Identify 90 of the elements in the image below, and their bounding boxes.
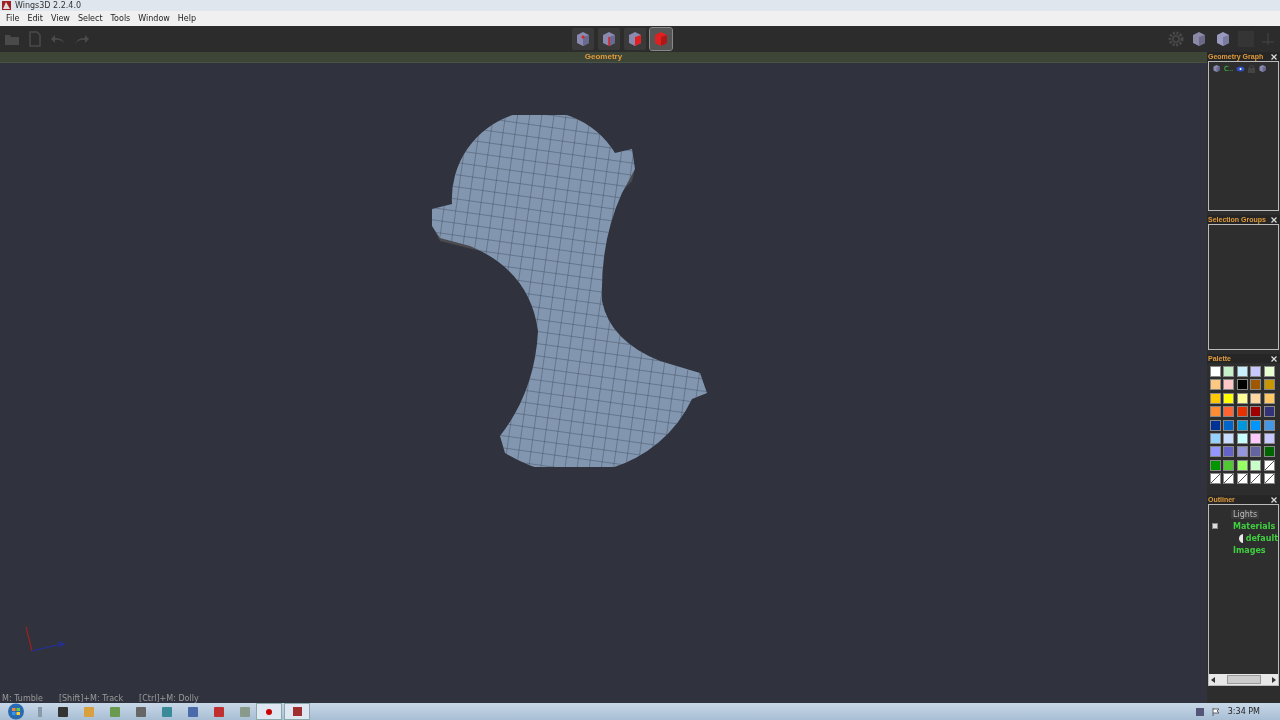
cube-icon	[600, 30, 618, 48]
clock[interactable]: 3:34 PM	[1227, 707, 1260, 716]
selection-mode-button[interactable]	[598, 28, 620, 50]
color-swatch[interactable]	[1236, 459, 1248, 471]
outliner-item[interactable]: default	[1245, 533, 1278, 543]
eye-icon[interactable]	[1236, 65, 1246, 72]
menu-item[interactable]: View	[46, 11, 74, 26]
color-swatch[interactable]	[1263, 432, 1275, 444]
color-swatch[interactable]	[1223, 379, 1235, 391]
cube-icon[interactable]	[1212, 64, 1221, 73]
app-logo-icon	[2, 1, 11, 10]
menu-item[interactable]: Help	[173, 11, 201, 26]
color-swatch[interactable]	[1223, 406, 1235, 418]
color-swatch[interactable]	[1223, 459, 1235, 471]
color-swatch[interactable]	[1236, 419, 1248, 431]
window-title: Wings3D 2.2.4.0	[15, 0, 82, 11]
color-swatch[interactable]	[1250, 392, 1262, 404]
cube-icon[interactable]	[1258, 64, 1268, 73]
cube-icon	[652, 30, 670, 48]
selection-mode-button[interactable]	[572, 28, 594, 50]
color-swatch[interactable]	[1236, 432, 1248, 444]
color-swatch[interactable]	[1210, 379, 1221, 391]
taskbar-app-icon[interactable]	[58, 706, 68, 717]
color-swatch[interactable]	[1263, 392, 1275, 404]
menu-item[interactable]: Tools	[106, 11, 135, 26]
color-swatch[interactable]	[1250, 432, 1262, 444]
color-swatch[interactable]	[1263, 366, 1275, 377]
empty-swatch[interactable]	[1210, 473, 1221, 485]
color-swatch[interactable]	[1210, 406, 1221, 418]
color-swatch[interactable]	[1236, 446, 1248, 458]
menu-item[interactable]: Select	[73, 11, 107, 26]
color-swatch[interactable]	[1263, 379, 1275, 391]
cube-icon	[574, 30, 592, 48]
color-swatch[interactable]	[1236, 366, 1248, 377]
cube-icon	[626, 30, 644, 48]
grip-icon	[38, 706, 42, 717]
color-swatch[interactable]	[1250, 446, 1262, 458]
selection-mode-button[interactable]	[624, 28, 646, 50]
left-arrow-icon[interactable]	[1211, 676, 1215, 683]
color-swatch[interactable]	[1250, 366, 1262, 377]
color-swatch[interactable]	[1210, 459, 1221, 471]
color-swatch[interactable]	[1223, 419, 1235, 431]
status-hint: M: Tumble	[2, 693, 43, 703]
color-swatch[interactable]	[1263, 419, 1275, 431]
taskbar-button[interactable]	[284, 703, 310, 720]
color-swatch[interactable]	[1263, 406, 1275, 418]
right-arrow-icon[interactable]	[1272, 676, 1276, 683]
close-icon[interactable]	[1271, 216, 1277, 223]
taskbar-button[interactable]	[256, 703, 282, 720]
color-swatch[interactable]	[1210, 432, 1221, 444]
close-icon[interactable]	[1271, 355, 1277, 362]
color-swatch[interactable]	[1236, 392, 1248, 404]
cube-icon[interactable]	[1190, 30, 1208, 48]
outliner-item[interactable]: Materials	[1233, 521, 1276, 531]
status-hint: [Ctrl]+M: Dolly	[139, 693, 199, 703]
network-icon[interactable]	[1195, 707, 1204, 716]
scrollbar[interactable]	[1209, 674, 1278, 686]
color-swatch[interactable]	[1210, 419, 1221, 431]
outliner-item[interactable]: Images	[1233, 545, 1266, 555]
menu-item[interactable]: File	[2, 11, 24, 26]
viewport-title: Geometry	[584, 52, 623, 62]
close-icon[interactable]	[1271, 496, 1277, 503]
start-button[interactable]	[6, 703, 26, 720]
menu-item[interactable]: Edit	[23, 11, 47, 26]
outliner-item[interactable]: Lights	[1231, 509, 1260, 519]
color-swatch[interactable]	[1223, 432, 1235, 444]
color-swatch[interactable]	[1236, 379, 1248, 391]
record-icon	[266, 708, 272, 715]
color-swatch[interactable]	[1210, 446, 1221, 458]
close-icon[interactable]	[1271, 53, 1277, 60]
taskbar-app-icon[interactable]	[136, 706, 146, 717]
menu-item[interactable]: Window	[134, 11, 174, 26]
color-swatch[interactable]	[1210, 392, 1221, 404]
color-swatch[interactable]	[1250, 459, 1262, 471]
color-swatch[interactable]	[1250, 406, 1262, 418]
taskbar-app-icon[interactable]	[214, 706, 224, 717]
color-swatch[interactable]	[1263, 446, 1275, 458]
cube-icon[interactable]	[1214, 30, 1232, 48]
color-swatch[interactable]	[1250, 379, 1262, 391]
color-swatch[interactable]	[1223, 392, 1235, 404]
color-swatch[interactable]	[1210, 366, 1221, 377]
color-swatch[interactable]	[1250, 419, 1262, 431]
status-hint: [Shift]+M: Track	[58, 693, 124, 703]
taskbar-app-icon[interactable]	[188, 706, 198, 717]
flag-icon[interactable]	[1211, 707, 1220, 716]
collapse-icon[interactable]	[1212, 523, 1218, 530]
taskbar-app-icon	[292, 707, 302, 716]
color-swatch[interactable]	[1223, 446, 1235, 458]
color-swatch[interactable]	[1236, 406, 1248, 418]
color-swatch[interactable]	[1223, 366, 1235, 377]
